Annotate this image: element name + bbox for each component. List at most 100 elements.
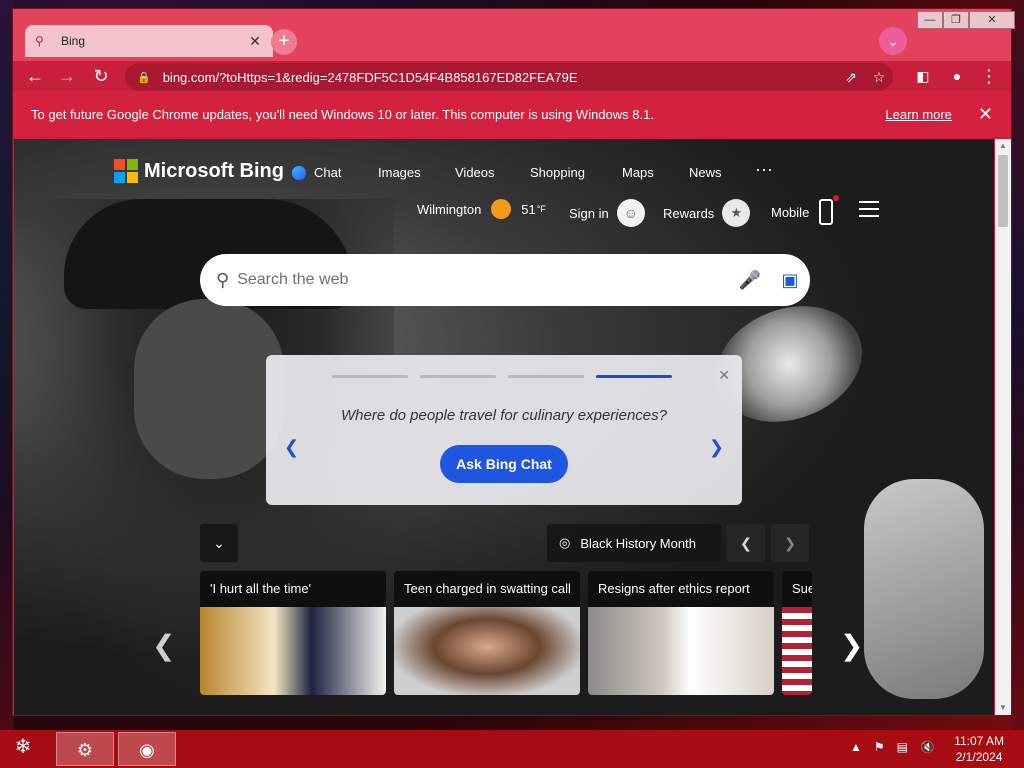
nav-shopping[interactable]: Shopping — [530, 165, 585, 180]
reload-icon[interactable]: ↻ — [89, 64, 113, 88]
prompt-progress — [332, 375, 672, 378]
progress-step — [332, 375, 408, 378]
system-tray: ▲ ⚑ ▤ 🔇 — [850, 740, 935, 754]
tray-chevron-icon[interactable]: ▲ — [850, 740, 862, 754]
news-caption: 'I hurt all the time' — [200, 571, 386, 607]
tab-title: Bing — [61, 34, 86, 48]
mobile-button[interactable]: Mobile — [771, 195, 840, 225]
news-card[interactable]: Resigns after ethics report — [588, 571, 774, 695]
browser-tab[interactable]: ⚲ Bing ✕ — [25, 25, 273, 57]
volume-muted-icon[interactable]: 🔇 — [920, 740, 935, 754]
forward-arrow-icon[interactable]: → — [55, 64, 79, 88]
windows-taskbar: ❄ ⚙ ◉ ▲ ⚑ ▤ 🔇 11:07 AM 2/1/2024 — [0, 730, 1024, 768]
next-topic-button[interactable]: ❯ — [771, 524, 809, 562]
sign-in-label: Sign in — [569, 205, 609, 221]
search-input[interactable] — [237, 271, 730, 289]
update-infobar: To get future Google Chrome updates, you… — [13, 91, 1011, 137]
settings-gear-icon[interactable]: ⚙ — [56, 732, 114, 766]
nav-chat[interactable]: Chat — [292, 165, 341, 180]
news-caption: Resigns after ethics report — [588, 571, 774, 607]
news-caption: Teen charged in swatting call — [394, 571, 580, 607]
microphone-icon[interactable]: 🎤 — [730, 270, 770, 291]
news-card[interactable]: 'I hurt all the time' — [200, 571, 386, 695]
rewards-button[interactable]: Rewards ★ — [663, 199, 751, 227]
collapse-feed-chevron-icon[interactable]: ⌄ — [200, 524, 238, 562]
bing-logo[interactable]: Microsoft Bing — [114, 159, 284, 183]
news-prev-chevron-icon[interactable]: ❮ — [152, 629, 175, 662]
nav-videos[interactable]: Videos — [455, 165, 495, 180]
profile-avatar-icon[interactable]: ● — [945, 64, 969, 88]
start-button-icon[interactable]: ❄ — [6, 734, 40, 764]
tab-close-icon[interactable]: ✕ — [247, 33, 263, 50]
browser-window: ⚲ Bing ✕ + ⌄ — ❐ ✕ ← → ↻ 🔒 bing.com/?toH… — [12, 8, 1015, 716]
card-next-chevron-icon[interactable]: ❯ — [709, 437, 724, 458]
news-card[interactable]: Sue — [782, 571, 812, 695]
page-scrollbar[interactable]: ▲ ▼ — [995, 139, 1011, 715]
news-caption: Sue — [782, 571, 812, 607]
tab-search-chevron-icon[interactable]: ⌄ — [879, 27, 907, 55]
rewards-label: Rewards — [663, 205, 715, 221]
kebab-menu-icon[interactable]: ⋮ — [977, 64, 1001, 88]
news-next-chevron-icon[interactable]: ❯ — [840, 629, 863, 662]
notification-dot — [833, 195, 840, 201]
mobile-label: Mobile — [771, 204, 810, 220]
desktop-wallpaper-right — [1012, 0, 1024, 730]
lock-icon: 🔒 — [137, 71, 151, 84]
more-nav-icon[interactable]: ··· — [755, 159, 773, 180]
title-bar: ⚲ Bing ✕ + ⌄ — ❐ ✕ — [13, 9, 1015, 61]
side-panel-icon[interactable]: ◧ — [911, 64, 935, 88]
restore-button[interactable]: ❐ — [943, 11, 969, 29]
news-thumbnail — [200, 607, 386, 695]
bing-search-icon: ⚲ — [35, 34, 44, 48]
weather-temperature: 51 — [521, 201, 536, 217]
card-close-icon[interactable]: ✕ — [718, 367, 730, 384]
prev-topic-button[interactable]: ❮ — [727, 524, 765, 562]
sign-in-button[interactable]: Sign in ☺ — [569, 199, 645, 227]
ask-bing-chat-button[interactable]: Ask Bing Chat — [440, 445, 568, 483]
url-text: bing.com/?toHttps=1&redig=2478FDF5C1D54F… — [162, 69, 578, 85]
chrome-icon[interactable]: ◉ — [118, 732, 176, 766]
infobar-close-icon[interactable]: ✕ — [978, 104, 993, 125]
scroll-up-icon[interactable]: ▲ — [995, 139, 1011, 153]
topic-chip[interactable]: ◎ Black History Month — [547, 524, 721, 562]
nav-images[interactable]: Images — [378, 165, 421, 180]
browser-toolbar: ← → ↻ 🔒 bing.com/?toHttps=1&redig=2478FD… — [13, 61, 1011, 91]
window-close-button[interactable]: ✕ — [969, 11, 1015, 29]
action-center-flag-icon[interactable]: ⚑ — [874, 740, 885, 754]
card-prev-chevron-icon[interactable]: ❮ — [284, 437, 299, 458]
bing-chat-icon — [292, 165, 306, 180]
news-card[interactable]: Teen charged in swatting call — [394, 571, 580, 695]
nav-news[interactable]: News — [689, 165, 722, 180]
search-box: ⚲ 🎤 ▣ — [200, 254, 810, 306]
taskbar-clock[interactable]: 11:07 AM 2/1/2024 — [954, 733, 1004, 765]
new-tab-button[interactable]: + — [271, 29, 297, 55]
progress-step-active — [596, 375, 672, 378]
background-face-shape — [134, 299, 284, 479]
rewards-trophy-icon: ★ — [722, 199, 751, 227]
back-arrow-icon[interactable]: ← — [23, 64, 47, 88]
news-thumbnail — [782, 607, 812, 695]
share-icon[interactable]: ⇗ — [837, 69, 865, 86]
nav-chat-label: Chat — [314, 165, 342, 180]
network-icon[interactable]: ▤ — [897, 740, 908, 754]
weather-widget[interactable]: Wilmington 51 °F — [417, 199, 546, 219]
sunny-weather-icon — [491, 199, 512, 219]
visual-search-camera-icon[interactable]: ▣ — [770, 270, 810, 291]
nav-maps[interactable]: Maps — [622, 165, 654, 180]
temperature-unit: °F — [536, 204, 546, 214]
progress-step — [508, 375, 584, 378]
clock-date: 2/1/2024 — [955, 750, 1003, 764]
minimize-button[interactable]: — — [917, 11, 943, 29]
bookmark-star-icon[interactable]: ☆ — [865, 69, 893, 86]
scroll-thumb[interactable] — [998, 155, 1008, 227]
learn-more-link[interactable]: Learn more — [885, 107, 951, 122]
user-avatar-icon: ☺ — [616, 199, 645, 227]
infobar-message: To get future Google Chrome updates, you… — [31, 106, 654, 122]
address-bar[interactable]: 🔒 bing.com/?toHttps=1&redig=2478FDF5C1D5… — [125, 63, 893, 91]
microsoft-logo-icon — [114, 159, 138, 183]
clock-time: 11:07 AM — [954, 734, 1004, 748]
news-thumbnail — [394, 607, 580, 695]
progress-step — [420, 375, 496, 378]
scroll-down-icon[interactable]: ▼ — [995, 701, 1011, 715]
hamburger-menu-icon[interactable] — [859, 201, 879, 222]
